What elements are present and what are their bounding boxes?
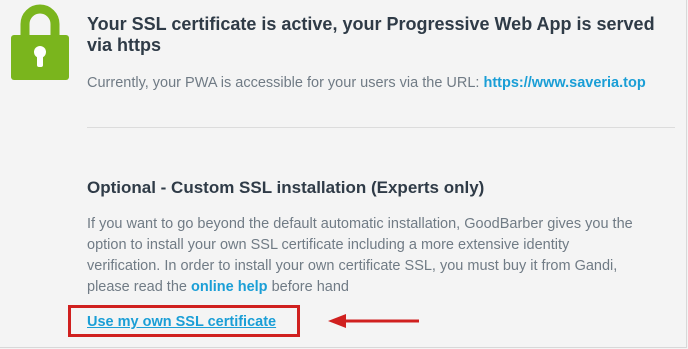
description-text: before hand: [271, 279, 349, 295]
pwa-url-info: Currently, your PWA is accessible for yo…: [87, 75, 646, 91]
lock-icon: [11, 4, 69, 80]
section-divider: [87, 127, 675, 128]
ssl-status-title: Your SSL certificate is active, your Pro…: [87, 14, 655, 55]
description-line: option to install your own SSL certifica…: [87, 237, 570, 253]
custom-ssl-description: If you want to go beyond the default aut…: [87, 214, 677, 298]
description-text: please read the: [87, 279, 187, 295]
pwa-url-link[interactable]: https://www.saveria.top: [483, 75, 645, 91]
description-line: verification. In order to install your o…: [87, 258, 618, 274]
description-line: please read the online help before hand: [87, 277, 677, 298]
custom-ssl-section-title: Optional - Custom SSL installation (Expe…: [87, 178, 485, 197]
online-help-link[interactable]: online help: [191, 279, 268, 295]
arrow-left-icon: [328, 314, 419, 328]
pwa-url-text: Currently, your PWA is accessible for yo…: [87, 75, 480, 91]
ssl-panel: Your SSL certificate is active, your Pro…: [0, 0, 687, 348]
description-line: If you want to go beyond the default aut…: [87, 216, 633, 232]
use-own-ssl-certificate-link[interactable]: Use my own SSL certificate: [87, 314, 276, 330]
